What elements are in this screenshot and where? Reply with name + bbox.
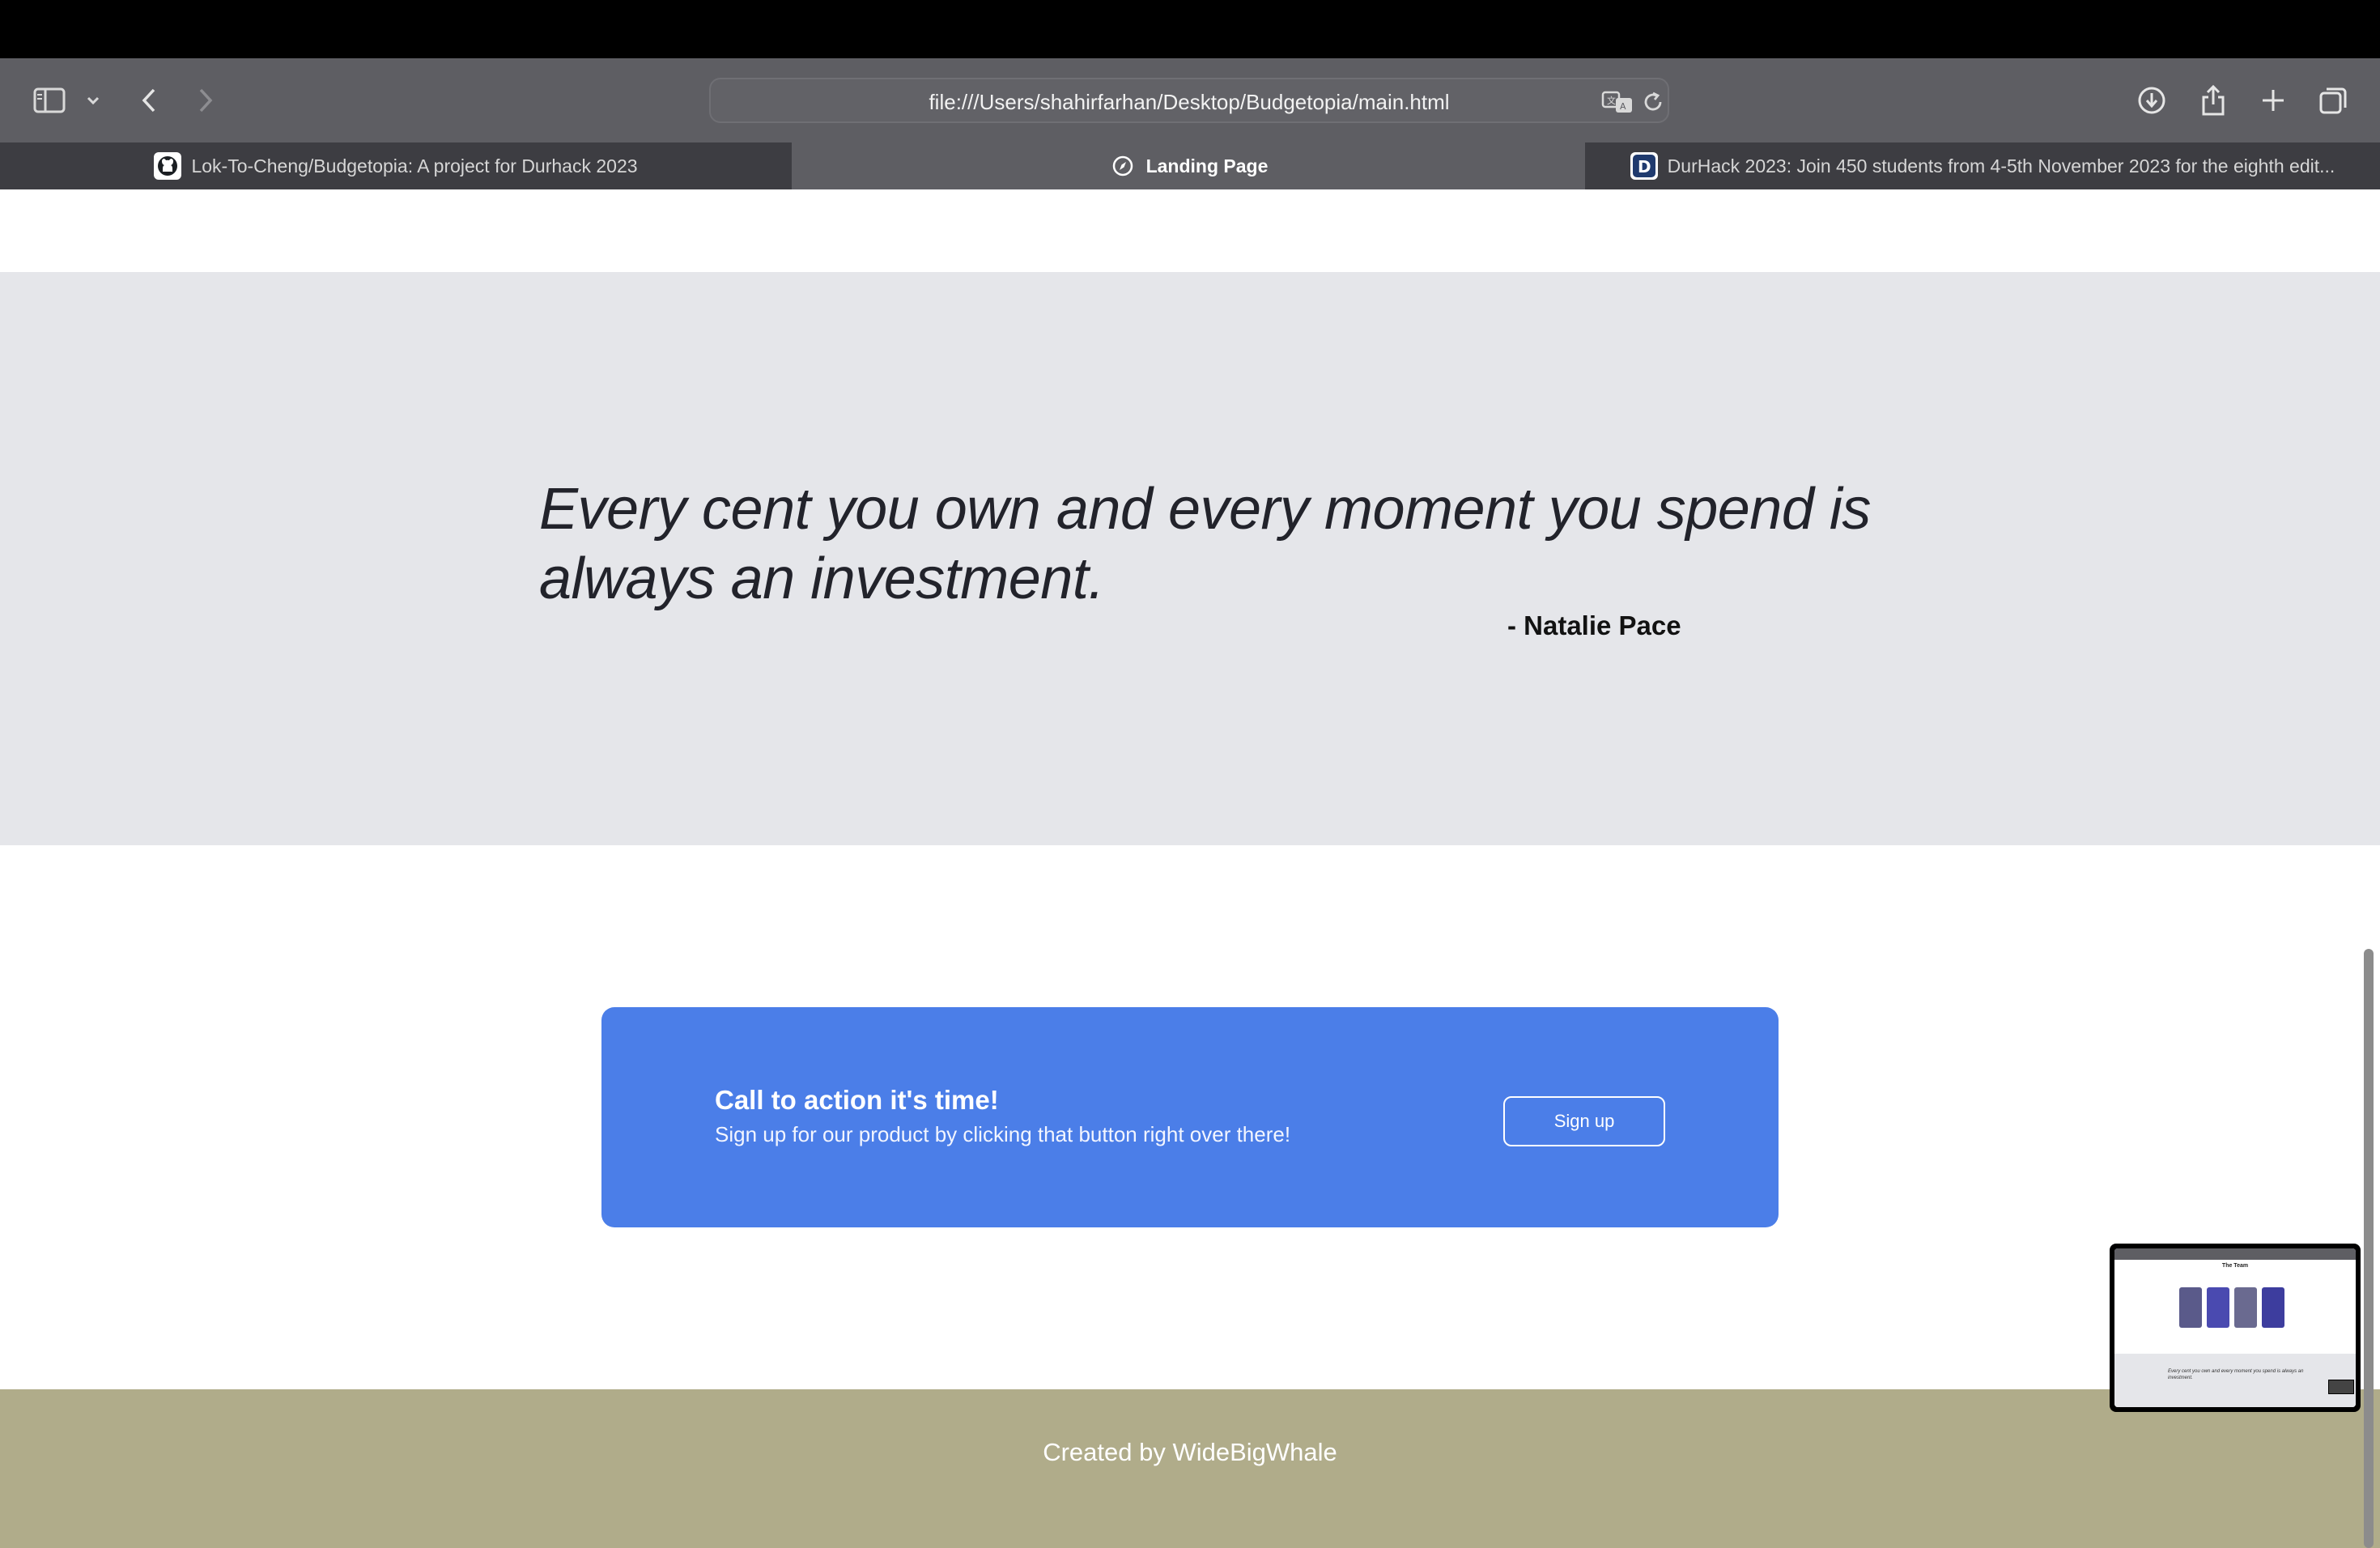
address-text: file:///Users/shahirfarhan/Desktop/Budge… [929,90,1450,114]
preview-team-photo [2234,1287,2257,1328]
sidebar-icon[interactable] [29,76,70,125]
tab-label: Lok-To-Cheng/Budgetopia: A project for D… [191,155,638,176]
footer: Created by WideBigWhale [0,1389,2380,1548]
preview-mini-thumbnail [2328,1380,2354,1394]
tab-landing-page[interactable]: Landing Page [792,142,1585,189]
svg-text:文: 文 [1607,95,1616,106]
svg-text:D: D [1638,157,1651,176]
web-page: Every cent you own and every moment you … [0,189,2380,1548]
tab-label: Landing Page [1145,155,1269,176]
cta-subtitle: Sign up for our product by clicking that… [715,1122,1291,1146]
tab-github[interactable]: Lok-To-Cheng/Budgetopia: A project for D… [0,142,792,189]
quote-author: - Natalie Pace [1507,610,1681,640]
call-to-action-card: Call to action it's time! Sign up for ou… [601,1007,1779,1227]
sign-up-button[interactable]: Sign up [1503,1096,1665,1146]
preview-toolbar [2114,1248,2356,1260]
quote-text: Every cent you own and every moment you … [539,477,1871,611]
preview-quote: Every cent you own and every moment you … [2168,1369,2304,1380]
tab-durhack[interactable]: D DurHack 2023: Join 450 students from 4… [1585,142,2380,189]
chevron-down-icon[interactable] [81,76,105,125]
translate-icon[interactable]: 文A [1600,79,1635,125]
share-icon[interactable] [2195,76,2231,125]
compass-icon [1109,152,1137,180]
preview-team-photo [2262,1287,2284,1328]
download-icon[interactable] [2134,76,2170,125]
svg-text:A: A [1620,101,1626,112]
screenshot-preview-thumbnail[interactable]: The Team Every cent you own and every mo… [2110,1244,2361,1412]
tab-bar: Lok-To-Cheng/Budgetopia: A project for D… [0,142,2380,189]
address-bar[interactable]: file:///Users/shahirfarhan/Desktop/Budge… [709,78,1669,123]
cta-title: Call to action it's time! [715,1085,999,1115]
reload-icon[interactable] [1638,79,1668,125]
preview-content: The Team Every cent you own and every mo… [2114,1248,2356,1407]
back-icon[interactable] [134,76,164,125]
tab-overview-icon[interactable] [2315,76,2351,125]
github-icon [154,152,182,180]
screen-top-strip [0,0,2380,58]
new-tab-icon[interactable] [2255,76,2291,125]
browser-toolbar: file:///Users/shahirfarhan/Desktop/Budge… [0,58,2380,142]
tab-label: DurHack 2023: Join 450 students from 4-5… [1667,155,2335,176]
quote-section: Every cent you own and every moment you … [0,272,2380,845]
preview-team-photo [2179,1287,2202,1328]
preview-title: The Team [2221,1263,2249,1269]
footer-text: Created by WideBigWhale [1043,1438,1337,1466]
durhack-d-icon: D [1630,152,1658,180]
scrollbar-thumb[interactable] [2364,949,2374,1548]
preview-team-photo [2207,1287,2229,1328]
forward-icon[interactable] [191,76,220,125]
